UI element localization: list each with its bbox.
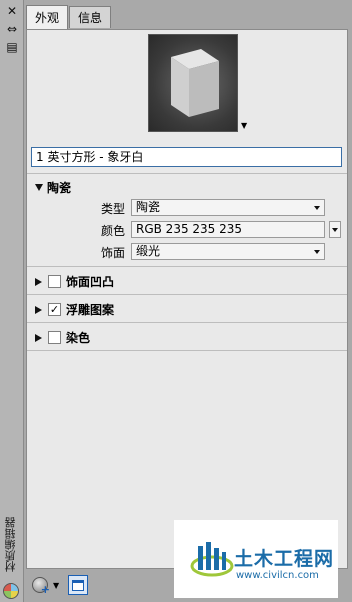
- palette-title-bar[interactable]: ✕ ⇔ ▤ 材质编辑器: [0, 0, 24, 602]
- create-material-button[interactable]: + ▼: [32, 575, 62, 595]
- finish-select[interactable]: 缎光: [131, 243, 325, 260]
- color-field-value: RGB 235 235 235: [136, 222, 243, 236]
- type-select-value: 陶瓷: [136, 200, 161, 214]
- tab-information[interactable]: 信息: [69, 6, 112, 28]
- watermark-url: www.civilcn.com: [236, 570, 319, 581]
- site-watermark: 土木工程网 www.civilcn.com: [174, 520, 338, 598]
- material-name-field[interactable]: 1 英寸方形 - 象牙白: [31, 147, 342, 167]
- tab-appearance[interactable]: 外观: [26, 5, 69, 29]
- finish-bumps-checkbox[interactable]: [48, 275, 61, 288]
- finish-select-value: 缎光: [136, 244, 161, 258]
- color-field[interactable]: RGB 235 235 235: [131, 221, 325, 238]
- type-select[interactable]: 陶瓷: [131, 199, 325, 216]
- section-relief-pattern-header[interactable]: ✓ 浮雕图案: [35, 301, 114, 318]
- preview-options-dropdown-icon[interactable]: ▼: [241, 121, 247, 130]
- type-label: 类型: [100, 202, 125, 216]
- divider: [27, 173, 347, 174]
- plus-icon: +: [40, 583, 50, 596]
- properties-icon[interactable]: ▤: [4, 40, 20, 54]
- collapse-triangle-icon[interactable]: [35, 184, 43, 191]
- material-browser-button[interactable]: [68, 575, 88, 595]
- appearance-panel: ▼ 1 英寸方形 - 象牙白 陶瓷 类型 陶瓷 颜色 RGB 235 235 2…: [26, 29, 348, 569]
- chevron-down-icon: [314, 250, 320, 254]
- material-editor-window: ✕ ⇔ ▤ 材质编辑器 外观 信息 ▼ 1 英寸方形 - 象牙白 陶瓷 类型 陶…: [0, 0, 352, 602]
- autocad-logo-icon: [3, 583, 19, 599]
- chevron-down-icon: [314, 206, 320, 210]
- divider: [27, 294, 347, 295]
- expand-triangle-icon[interactable]: [35, 333, 42, 342]
- watermark-title: 土木工程网: [234, 548, 335, 570]
- chevron-down-icon: [332, 228, 338, 232]
- section-finish-bumps-header[interactable]: 饰面凹凸: [35, 273, 114, 290]
- cube-preview-icon: [171, 49, 219, 117]
- material-globe-icon: +: [32, 577, 50, 596]
- expand-triangle-icon[interactable]: [35, 305, 42, 314]
- section-relief-pattern-title: 浮雕图案: [66, 303, 115, 317]
- tint-checkbox[interactable]: [48, 331, 61, 344]
- tab-strip: 外观 信息: [26, 5, 112, 30]
- color-options-button[interactable]: [329, 221, 341, 238]
- expand-triangle-icon[interactable]: [35, 277, 42, 286]
- window-icon: [72, 579, 84, 591]
- finish-label: 饰面: [100, 246, 125, 260]
- chevron-down-icon[interactable]: ▼: [53, 581, 59, 590]
- palette-title: 材质编辑器: [4, 517, 17, 573]
- section-finish-bumps-title: 饰面凹凸: [66, 275, 115, 289]
- material-preview-swatch[interactable]: [148, 34, 238, 132]
- divider: [27, 350, 347, 351]
- divider: [27, 266, 347, 267]
- relief-pattern-checkbox[interactable]: ✓: [48, 303, 61, 316]
- section-tint-header[interactable]: 染色: [35, 329, 90, 346]
- divider: [27, 322, 347, 323]
- section-ceramic-title: 陶瓷: [47, 181, 72, 195]
- civilcn-logo-icon: [190, 542, 234, 577]
- section-tint-title: 染色: [66, 331, 91, 345]
- close-icon[interactable]: ✕: [4, 4, 20, 18]
- section-ceramic-header[interactable]: 陶瓷: [35, 179, 71, 196]
- auto-hide-icon[interactable]: ⇔: [4, 22, 20, 36]
- color-label: 颜色: [100, 224, 125, 238]
